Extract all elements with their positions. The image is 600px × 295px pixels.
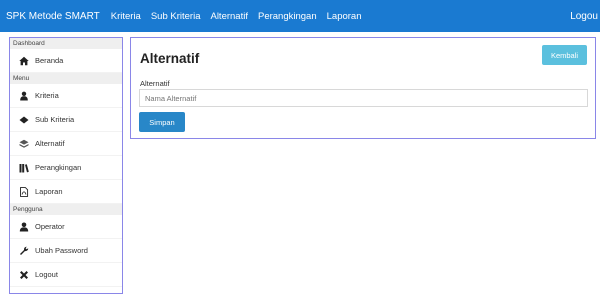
top-navbar: SPK Metode SMART Kriteria Sub Kriteria A… (0, 0, 600, 32)
sidebar-item-label: Beranda (35, 56, 64, 65)
nav-link-alternatif[interactable]: Alternatif (205, 0, 253, 32)
section-header-dashboard: Dashboard (10, 38, 122, 49)
sidebar-item-label: Perangkingan (35, 163, 82, 172)
person-icon (19, 222, 29, 232)
sidebar-item-label: Operator (35, 222, 65, 231)
books-icon (19, 163, 29, 173)
section-header-pengguna: Pengguna (10, 204, 122, 215)
brand-link[interactable]: SPK Metode SMART (0, 0, 106, 32)
sidebar-item-perangkingan[interactable]: Perangkingan (10, 156, 122, 180)
sidebar-item-logout[interactable]: Logout (10, 263, 122, 287)
sidebar-item-label: Sub Kriteria (35, 115, 75, 124)
nav-logout-link[interactable]: Logou (570, 0, 600, 32)
save-button[interactable]: Simpan (139, 112, 185, 132)
sidebar-item-laporan[interactable]: Laporan (10, 180, 122, 204)
sidebar-item-label: Laporan (35, 187, 63, 196)
file-icon (19, 186, 29, 197)
nav-link-kriteria[interactable]: Kriteria (106, 0, 146, 32)
nav-link-sub-kriteria[interactable]: Sub Kriteria (146, 0, 206, 32)
nav-link-laporan[interactable]: Laporan (322, 0, 367, 32)
sidebar-item-beranda[interactable]: Beranda (10, 49, 122, 73)
sidebar-item-label: Ubah Password (35, 246, 88, 255)
sidebar-item-operator[interactable]: Operator (10, 215, 122, 239)
sidebar-item-sub-kriteria[interactable]: Sub Kriteria (10, 108, 122, 132)
sidebar: Dashboard Beranda Menu Kriteria Sub Krit… (9, 37, 123, 294)
page-title: Alternatif (140, 51, 200, 66)
layers-icon (19, 139, 29, 149)
sidebar-item-ubah-password[interactable]: Ubah Password (10, 239, 122, 263)
home-icon (19, 56, 29, 66)
sidebar-item-alternatif[interactable]: Alternatif (10, 132, 122, 156)
sidebar-item-label: Alternatif (35, 139, 65, 148)
sidebar-item-label: Kriteria (35, 91, 59, 100)
close-icon (19, 270, 29, 280)
back-button[interactable]: Kembali (542, 45, 587, 65)
sidebar-item-label: Logout (35, 270, 58, 279)
alternatif-name-input[interactable] (139, 89, 588, 107)
diamond-icon (19, 115, 29, 125)
user-icon (19, 91, 29, 101)
form-card: Alternatif Kembali Alternatif Simpan (130, 37, 596, 139)
section-header-menu: Menu (10, 73, 122, 84)
wrench-icon (19, 246, 29, 256)
sidebar-item-kriteria[interactable]: Kriteria (10, 84, 122, 108)
nav-link-perangkingan[interactable]: Perangkingan (253, 0, 322, 32)
alternatif-field-label: Alternatif (140, 79, 170, 88)
